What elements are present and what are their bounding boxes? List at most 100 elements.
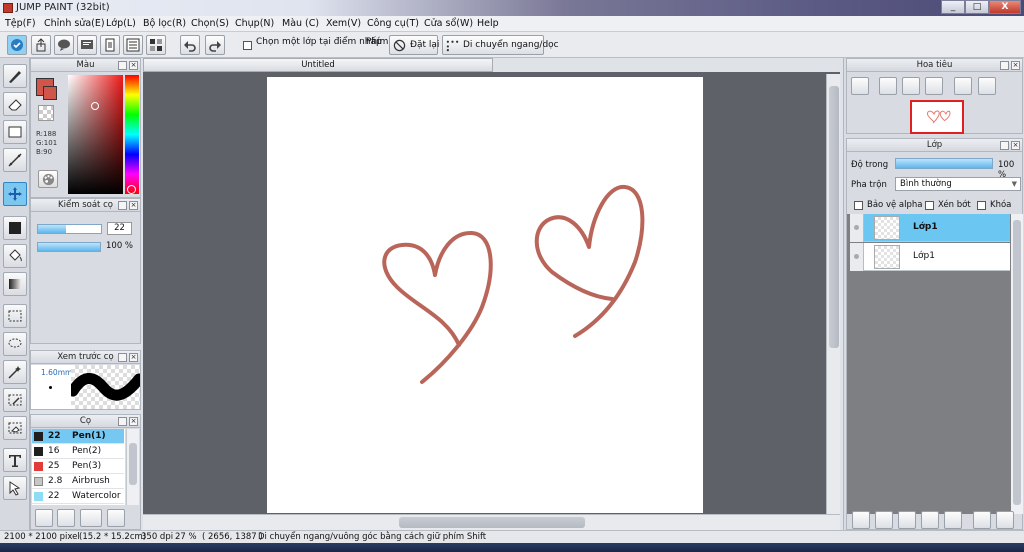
new-vector-layer-icon[interactable]	[898, 511, 916, 529]
share-icon[interactable]	[31, 35, 51, 55]
menu-file[interactable]: Tệp(F)	[5, 18, 36, 29]
brush-opacity-slider[interactable]	[37, 242, 101, 252]
message-icon[interactable]	[77, 35, 97, 55]
new-halftone-layer-icon[interactable]	[921, 511, 939, 529]
fill-rect-icon[interactable]	[3, 216, 27, 240]
list-item[interactable]: 16 Pen(2)	[32, 444, 124, 459]
list-item[interactable]: 2.8 Airbrush	[32, 474, 124, 489]
background-color-swatch[interactable]	[43, 86, 57, 100]
layer-opacity-slider[interactable]	[895, 158, 993, 169]
menu-edit[interactable]: Chỉnh sửa(E)	[44, 18, 105, 29]
menu-view[interactable]: Xem(V)	[326, 18, 361, 29]
panel-close-icon[interactable]: ×	[1011, 61, 1020, 70]
hue-cursor[interactable]	[127, 185, 136, 194]
select-eraser-icon[interactable]	[3, 416, 27, 440]
restore-button[interactable]: □	[965, 0, 989, 14]
panel-close-icon[interactable]: ×	[129, 61, 138, 70]
eraser-icon[interactable]	[3, 92, 27, 116]
zoom-fit-icon[interactable]	[851, 77, 869, 95]
menu-tools[interactable]: Công cụ(T)	[367, 18, 419, 29]
visibility-icon[interactable]	[850, 214, 864, 242]
magic-wand-icon[interactable]	[3, 360, 27, 384]
list-icon[interactable]	[123, 35, 143, 55]
reset-button[interactable]: Đặt lại	[389, 35, 439, 55]
panel-close-icon[interactable]: ×	[129, 201, 138, 210]
pen-icon[interactable]	[3, 64, 27, 88]
panel-float-icon[interactable]	[1000, 141, 1009, 150]
menu-select[interactable]: Chọn(S)	[191, 18, 229, 29]
document-tab[interactable]: Untitled	[143, 58, 493, 72]
brush-list-scrollbar[interactable]	[126, 429, 139, 505]
navigator-thumbnail[interactable]	[910, 100, 964, 134]
list-item[interactable]: 22 Watercolor (	[32, 489, 124, 504]
operation-icon[interactable]	[3, 476, 27, 500]
hue-slider[interactable]	[125, 75, 139, 194]
minimize-button[interactable]: _	[941, 0, 965, 14]
pick-layer-checkbox[interactable]	[243, 41, 252, 50]
new-folder-icon[interactable]	[944, 511, 962, 529]
new-brush-icon[interactable]	[57, 509, 75, 527]
saturation-value-picker[interactable]	[68, 75, 123, 194]
menu-help[interactable]: Help	[477, 18, 499, 29]
merge-layer-icon[interactable]	[996, 511, 1014, 529]
drawing-canvas[interactable]	[267, 77, 703, 513]
close-button[interactable]: X	[989, 0, 1021, 14]
line-icon[interactable]	[3, 148, 27, 172]
text-icon[interactable]	[3, 448, 27, 472]
brush-size-value[interactable]: 22	[107, 222, 132, 235]
panel-close-icon[interactable]: ×	[1011, 141, 1020, 150]
lock-checkbox[interactable]	[977, 201, 986, 210]
panel-float-icon[interactable]	[118, 61, 127, 70]
visibility-icon[interactable]	[850, 243, 864, 271]
duplicate-layer-icon[interactable]	[973, 511, 991, 529]
palette-icon[interactable]	[38, 170, 58, 188]
layer-row[interactable]: Lớp1	[850, 243, 1010, 271]
horizontal-scroll-thumb[interactable]	[399, 517, 585, 528]
panel-float-icon[interactable]	[118, 353, 127, 362]
panel-float-icon[interactable]	[118, 201, 127, 210]
clipping-checkbox[interactable]	[925, 201, 934, 210]
zoom-in-icon[interactable]	[879, 77, 897, 95]
panel-float-icon[interactable]	[1000, 61, 1009, 70]
canvas-vertical-scrollbar[interactable]	[826, 74, 840, 514]
blend-mode-select[interactable]: Bình thường ▼	[895, 177, 1021, 191]
menu-layer[interactable]: Lớp(L)	[106, 18, 136, 29]
bucket-icon[interactable]	[3, 244, 27, 268]
list-item[interactable]: 22 Pen(1)	[32, 429, 124, 444]
layer-row[interactable]: Lớp1	[850, 214, 1010, 242]
rect-select-icon[interactable]	[3, 304, 27, 328]
transparent-swatch[interactable]	[38, 105, 54, 121]
undo-icon[interactable]	[180, 35, 200, 55]
new-layer-icon[interactable]	[852, 511, 870, 529]
move-hv-button[interactable]: Di chuyển ngang/dọc	[442, 35, 559, 55]
move-icon[interactable]	[3, 182, 27, 206]
brush-settings-icon[interactable]	[35, 509, 53, 527]
menu-window[interactable]: Cửa sổ(W)	[424, 18, 473, 29]
document-icon[interactable]	[100, 35, 120, 55]
brush-menu-icon[interactable]	[80, 509, 102, 527]
zoom-out-icon[interactable]	[925, 77, 943, 95]
comment-icon[interactable]	[54, 35, 74, 55]
delete-brush-icon[interactable]	[107, 509, 125, 527]
menu-filter[interactable]: Bộ lọc(R)	[143, 18, 186, 29]
lasso-icon[interactable]	[3, 332, 27, 356]
menu-color[interactable]: Màu (C)	[282, 18, 319, 29]
grid-icon[interactable]	[146, 35, 166, 55]
brush-size-slider[interactable]	[37, 224, 102, 234]
vertical-scroll-thumb[interactable]	[829, 86, 839, 348]
canvas-horizontal-scrollbar[interactable]	[143, 514, 840, 530]
rectangle-icon[interactable]	[3, 120, 27, 144]
panel-close-icon[interactable]: ×	[129, 353, 138, 362]
panel-close-icon[interactable]: ×	[129, 417, 138, 426]
new-raster-layer-icon[interactable]	[875, 511, 893, 529]
fit-window-icon[interactable]	[902, 77, 920, 95]
list-item[interactable]: 25 Pen(3)	[32, 459, 124, 474]
flip-icon[interactable]	[978, 77, 996, 95]
rotate-icon[interactable]	[954, 77, 972, 95]
menu-capture[interactable]: Chụp(N)	[235, 18, 274, 29]
check-icon[interactable]	[7, 35, 27, 55]
protect-alpha-checkbox[interactable]	[854, 201, 863, 210]
picker-cursor[interactable]	[91, 102, 99, 110]
select-pen-icon[interactable]	[3, 388, 27, 412]
redo-icon[interactable]	[205, 35, 225, 55]
